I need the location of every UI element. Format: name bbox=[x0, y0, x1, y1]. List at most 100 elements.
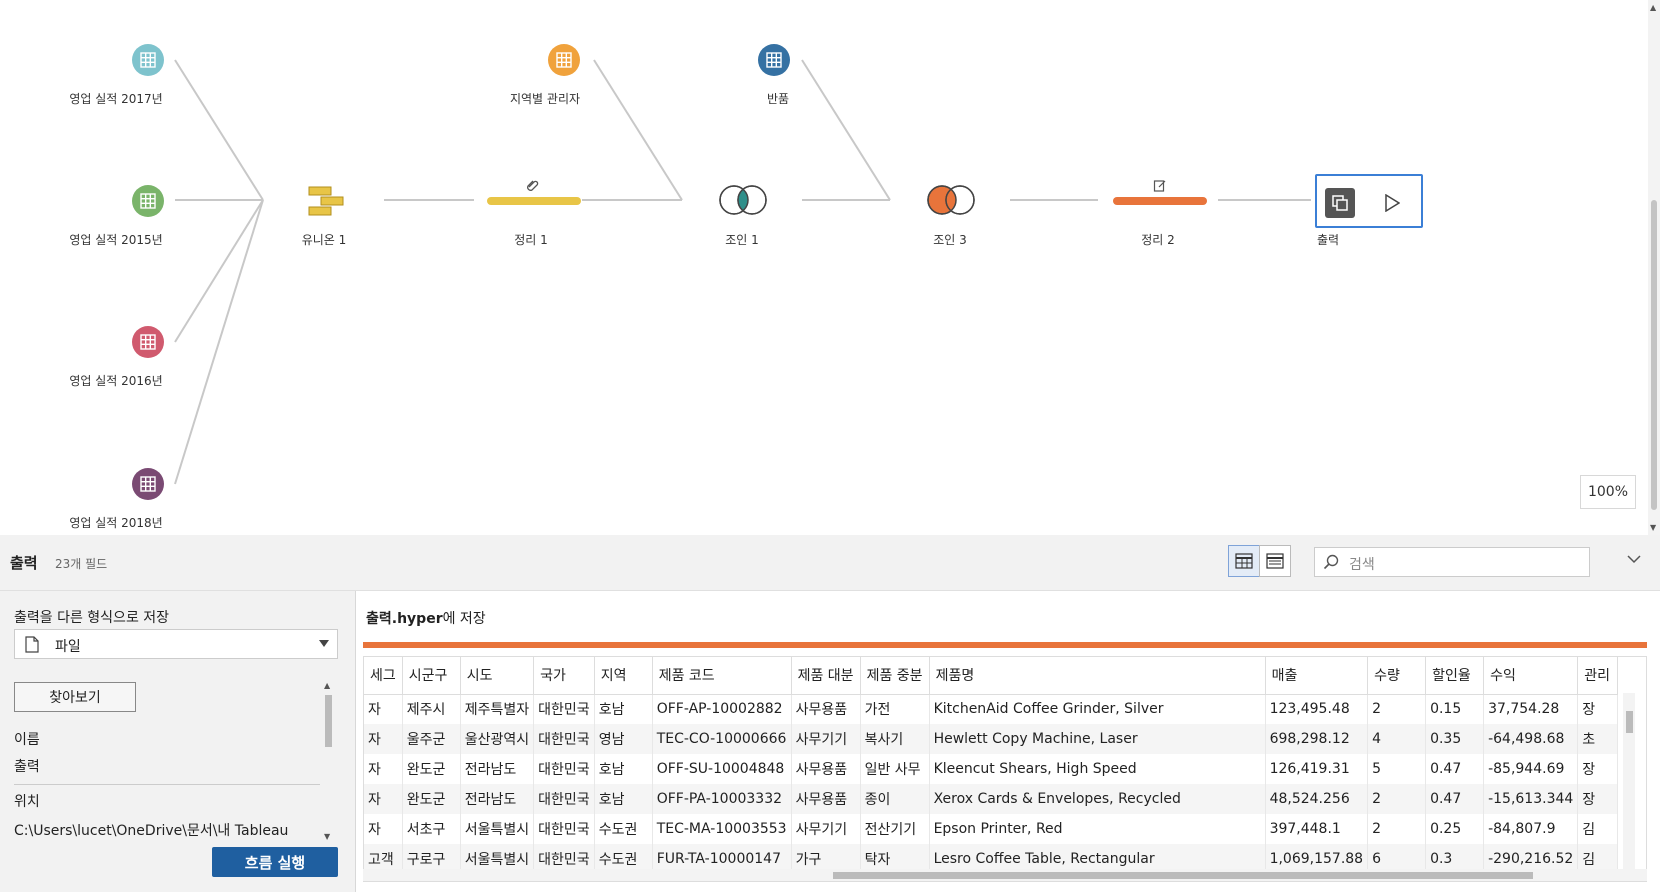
table-cell: 대한민국 bbox=[533, 814, 595, 844]
table-cell: 4 bbox=[1367, 724, 1427, 754]
search-icon bbox=[1323, 554, 1339, 574]
location-field[interactable]: C:\Users\lucet\OneDrive\문서\내 Tableau bbox=[14, 820, 320, 840]
clean2-node[interactable] bbox=[1113, 197, 1207, 205]
table-cell: 자 bbox=[364, 814, 403, 844]
column-header[interactable]: 수익 bbox=[1483, 657, 1579, 695]
column-header[interactable]: 세그 bbox=[364, 657, 403, 695]
table-cell: 장 bbox=[1577, 784, 1619, 814]
table-cell: KitchenAid Coffee Grinder, Silver bbox=[929, 694, 1266, 724]
manager-node[interactable] bbox=[548, 44, 580, 76]
flow-canvas[interactable]: 영업 실적 2017년 영업 실적 2015년 영업 실적 2016년 영업 실… bbox=[0, 0, 1660, 535]
table-row[interactable]: 자 완도군 전라남도 대한민국 호남 OFF-PA-10003332 사무용품 종이 Xerox… bbox=[364, 784, 1619, 814]
clean1-node[interactable] bbox=[487, 197, 581, 205]
table-icon bbox=[132, 185, 164, 217]
table-cell: 397,448.1 bbox=[1265, 814, 1369, 844]
grid-view-button[interactable] bbox=[1228, 545, 1260, 577]
table-cell: 0.15 bbox=[1425, 694, 1485, 724]
table-cell: 698,298.12 bbox=[1265, 724, 1369, 754]
table-cell: -85,944.69 bbox=[1483, 754, 1579, 784]
column-header[interactable]: 시도 bbox=[460, 657, 535, 695]
table-cell: 사무기기 bbox=[791, 814, 861, 844]
run-output-icon[interactable] bbox=[1377, 188, 1407, 218]
scroll-down-icon[interactable]: ▼ bbox=[1650, 523, 1656, 532]
table-cell: 전라남도 bbox=[460, 754, 535, 784]
join3-node[interactable] bbox=[926, 184, 976, 220]
table-cell: 완도군 bbox=[402, 754, 461, 784]
settings-scrollbar[interactable]: ▲ ▼ bbox=[322, 681, 334, 841]
column-header[interactable]: 제품명 bbox=[929, 657, 1266, 695]
column-header[interactable]: 지역 bbox=[594, 657, 653, 695]
table-cell: 0.47 bbox=[1425, 784, 1485, 814]
sales-2017-node[interactable] bbox=[132, 44, 164, 76]
edge-manager-join1 bbox=[593, 59, 683, 201]
scroll-thumb[interactable] bbox=[833, 872, 1533, 879]
edge-2018-union bbox=[174, 199, 264, 485]
table-cell: 대한민국 bbox=[533, 754, 595, 784]
table-cell: 종이 bbox=[860, 784, 930, 814]
column-header[interactable]: 할인율 bbox=[1425, 657, 1485, 695]
column-header[interactable]: 관리 bbox=[1577, 657, 1619, 695]
canvas-scrollbar[interactable]: ▲ ▼ bbox=[1648, 0, 1660, 535]
scroll-up-icon[interactable]: ▲ bbox=[324, 681, 330, 690]
table-row[interactable]: 자 완도군 전라남도 대한민국 호남 OFF-SU-10004848 사무용품 일반 사무 Kl… bbox=[364, 754, 1619, 784]
sales-2015-label: 영업 실적 2015년 bbox=[69, 233, 163, 247]
column-header[interactable]: 제품 중분 bbox=[860, 657, 930, 695]
returns-node[interactable] bbox=[758, 44, 790, 76]
table-cell: 김 bbox=[1577, 814, 1619, 844]
output-format-select[interactable]: 파일 bbox=[14, 629, 338, 659]
zoom-level[interactable]: 100% bbox=[1580, 475, 1636, 509]
list-view-button[interactable] bbox=[1259, 545, 1291, 577]
table-cell: 자 bbox=[364, 754, 403, 784]
sales-2018-node[interactable] bbox=[132, 468, 164, 500]
table-cell: -84,807.9 bbox=[1483, 814, 1579, 844]
table-cell: 사무용품 bbox=[791, 754, 861, 784]
name-field[interactable]: 출력 bbox=[14, 756, 320, 785]
column-header[interactable]: 매출 bbox=[1265, 657, 1369, 695]
scroll-thumb[interactable] bbox=[1626, 711, 1633, 733]
table-cell: 2 bbox=[1367, 784, 1427, 814]
column-header[interactable]: 수량 bbox=[1367, 657, 1427, 695]
table-cell: 126,419.31 bbox=[1265, 754, 1369, 784]
sales-2016-node[interactable] bbox=[132, 326, 164, 358]
table-cell: 5 bbox=[1367, 754, 1427, 784]
browse-button[interactable]: 찾아보기 bbox=[14, 682, 136, 712]
table-icon bbox=[132, 468, 164, 500]
table-cell: 123,495.48 bbox=[1265, 694, 1369, 724]
column-header[interactable]: 제품 코드 bbox=[652, 657, 792, 695]
union-node[interactable] bbox=[307, 186, 345, 220]
scroll-up-icon[interactable]: ▲ bbox=[1650, 3, 1656, 12]
clean1-annotation-icon bbox=[526, 178, 540, 196]
column-header[interactable]: 국가 bbox=[533, 657, 595, 695]
grid-vertical-scrollbar[interactable] bbox=[1623, 693, 1635, 869]
edge-2017-union bbox=[174, 59, 264, 201]
save-target: 출력.hyper에 저장 bbox=[366, 608, 486, 628]
grid-horizontal-scrollbar[interactable] bbox=[363, 869, 1647, 881]
scroll-down-icon[interactable]: ▼ bbox=[324, 832, 330, 841]
column-header[interactable]: 시군구 bbox=[402, 657, 461, 695]
table-row[interactable]: 자 제주시 제주특별자 대한민국 호남 OFF-AP-10002882 사무용품 가전 Kitc… bbox=[364, 694, 1619, 724]
table-cell: Kleencut Shears, High Speed bbox=[929, 754, 1266, 784]
table-cell: 0.25 bbox=[1425, 814, 1485, 844]
table-row[interactable]: 자 서초구 서울특별시 대한민국 수도권 TEC-MA-10003553 사무기기 전산기기 E… bbox=[364, 814, 1619, 844]
scroll-thumb[interactable] bbox=[1651, 200, 1657, 510]
panel-title: 출력 bbox=[10, 554, 38, 572]
scroll-thumb[interactable] bbox=[325, 695, 332, 747]
sales-2015-node[interactable] bbox=[132, 185, 164, 217]
join1-node[interactable] bbox=[718, 184, 768, 220]
table-row[interactable]: 자 울주군 울산광역시 대한민국 영남 TEC-CO-10000666 사무기기 복사기 Hew… bbox=[364, 724, 1619, 754]
table-cell: -15,613.344 bbox=[1483, 784, 1579, 814]
join3-label: 조인 3 bbox=[933, 233, 967, 247]
clean1-label: 정리 1 bbox=[514, 233, 548, 247]
clean2-annotation-icon bbox=[1153, 179, 1167, 197]
output-node[interactable] bbox=[1315, 174, 1423, 228]
left-join-icon bbox=[927, 185, 975, 215]
table-cell: 대한민국 bbox=[533, 784, 595, 814]
run-flow-button[interactable]: 흐름 실행 bbox=[212, 847, 338, 877]
column-header[interactable]: 제품 대분 bbox=[791, 657, 861, 695]
table-cell: 초 bbox=[1577, 724, 1619, 754]
collapse-icon[interactable] bbox=[1627, 553, 1641, 568]
data-grid[interactable]: 세그 시군구 시도 국가 지역 제품 코드 제품 대분 제품 중분 제품명 매출 수량 할인율 수익 관리… bbox=[363, 656, 1647, 882]
table-icon bbox=[132, 326, 164, 358]
save-suffix: 에 저장 bbox=[442, 611, 486, 627]
search-box[interactable]: 검색 bbox=[1314, 547, 1590, 577]
